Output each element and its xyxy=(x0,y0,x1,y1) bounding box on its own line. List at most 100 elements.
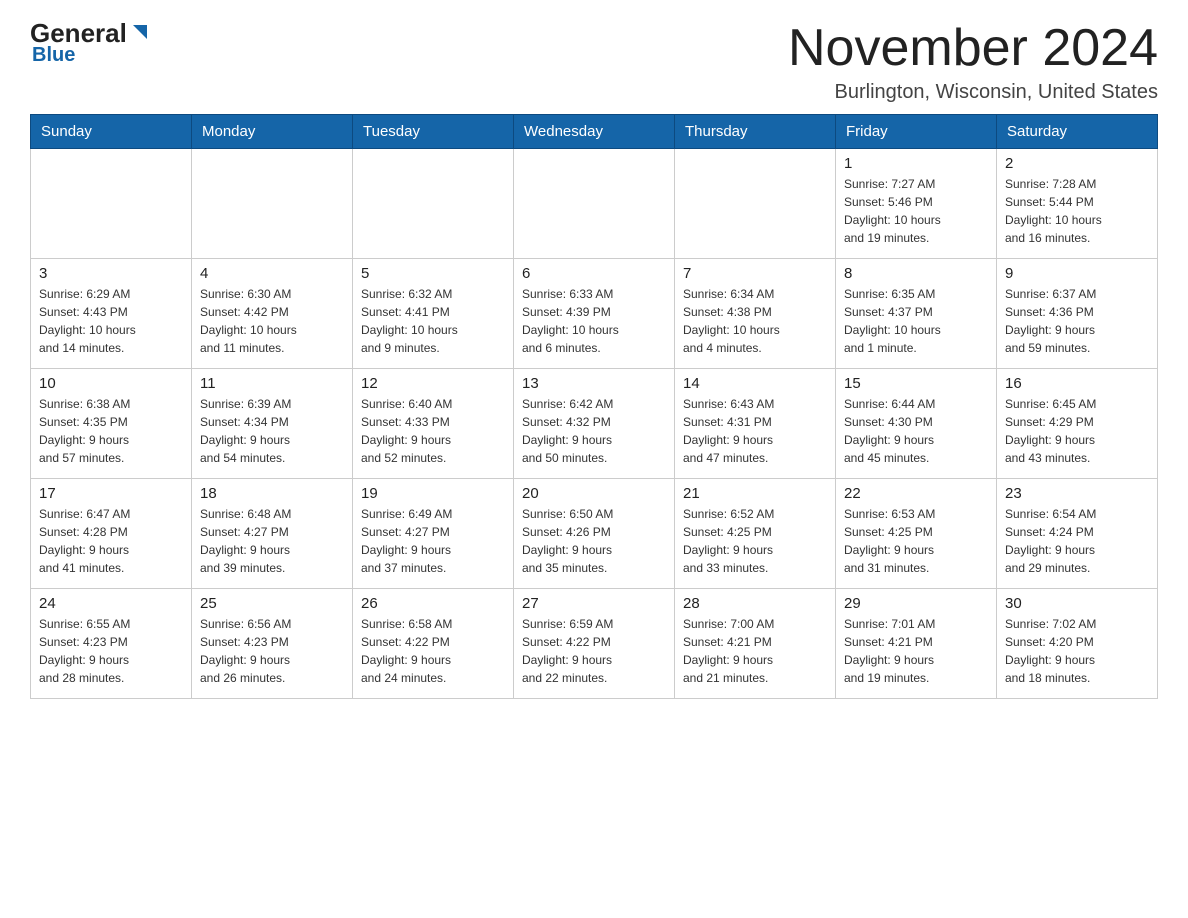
day-number: 13 xyxy=(522,375,666,392)
day-info: Sunrise: 7:01 AM Sunset: 4:21 PM Dayligh… xyxy=(844,615,988,687)
day-info: Sunrise: 6:58 AM Sunset: 4:22 PM Dayligh… xyxy=(361,615,505,687)
calendar-cell: 15Sunrise: 6:44 AM Sunset: 4:30 PM Dayli… xyxy=(836,369,997,479)
calendar-cell: 25 Sunrise: 6:56 AM Sunset: 4:23 PM Dayli… xyxy=(192,589,353,699)
day-number: 26 xyxy=(361,595,505,612)
day-number: 21 xyxy=(683,485,827,502)
calendar-cell: 16 Sunrise: 6:45 AM Sunset: 4:29 PM Dayli… xyxy=(997,369,1158,479)
calendar-cell xyxy=(514,149,675,259)
calendar-cell: 18 Sunrise: 6:48 AM Sunset: 4:27 PM Dayli… xyxy=(192,479,353,589)
day-info: Sunrise: 6:55 AM Sunset: 4:23 PM Dayligh… xyxy=(39,615,183,687)
calendar-cell: 5 Sunrise: 6:32 AM Sunset: 4:41 PM Daylig… xyxy=(353,259,514,369)
day-number: 2 xyxy=(1005,155,1149,172)
day-info: Sunrise: 6:53 AM Sunset: 4:25 PM Dayligh… xyxy=(844,505,988,577)
calendar-cell: 13 Sunrise: 6:42 AM Sunset: 4:32 PM Dayli… xyxy=(514,369,675,479)
day-info: Sunrise: 6:54 AM Sunset: 4:24 PM Dayligh… xyxy=(1005,505,1149,577)
month-title: November 2024 xyxy=(788,20,1158,77)
day-info: Sunrise: 6:56 AM Sunset: 4:23 PM Dayligh… xyxy=(200,615,344,687)
calendar-cell: 29 Sunrise: 7:01 AM Sunset: 4:21 PM Dayli… xyxy=(836,589,997,699)
logo-sub-text: Blue xyxy=(32,44,75,67)
day-info: Sunrise: 6:49 AM Sunset: 4:27 PM Dayligh… xyxy=(361,505,505,577)
day-number: 10 xyxy=(39,375,183,392)
column-header-thursday: Thursday xyxy=(675,115,836,149)
column-header-monday: Monday xyxy=(192,115,353,149)
day-info: Sunrise: 6:40 AM Sunset: 4:33 PM Dayligh… xyxy=(361,395,505,467)
calendar-cell: 2 Sunrise: 7:28 AM Sunset: 5:44 PM Daylig… xyxy=(997,149,1158,259)
calendar-cell: 27Sunrise: 6:59 AM Sunset: 4:22 PM Dayli… xyxy=(514,589,675,699)
calendar-cell: 1Sunrise: 7:27 AM Sunset: 5:46 PM Daylig… xyxy=(836,149,997,259)
calendar-cell: 28 Sunrise: 7:00 AM Sunset: 4:21 PM Dayli… xyxy=(675,589,836,699)
day-info: Sunrise: 6:42 AM Sunset: 4:32 PM Dayligh… xyxy=(522,395,666,467)
day-number: 27 xyxy=(522,595,666,612)
calendar-cell xyxy=(192,149,353,259)
day-info: Sunrise: 6:30 AM Sunset: 4:42 PM Dayligh… xyxy=(200,285,344,357)
title-block: November 2024 Burlington, Wisconsin, Uni… xyxy=(788,20,1158,104)
day-number: 1 xyxy=(844,155,988,172)
calendar-cell: 10Sunrise: 6:38 AM Sunset: 4:35 PM Dayli… xyxy=(31,369,192,479)
day-number: 3 xyxy=(39,265,183,282)
day-info: Sunrise: 7:00 AM Sunset: 4:21 PM Dayligh… xyxy=(683,615,827,687)
day-info: Sunrise: 6:34 AM Sunset: 4:38 PM Dayligh… xyxy=(683,285,827,357)
calendar-cell: 7 Sunrise: 6:34 AM Sunset: 4:38 PM Daylig… xyxy=(675,259,836,369)
day-number: 14 xyxy=(683,375,827,392)
calendar-week-row: 24 Sunrise: 6:55 AM Sunset: 4:23 PM Dayli… xyxy=(31,589,1158,699)
calendar-cell: 3Sunrise: 6:29 AM Sunset: 4:43 PM Daylig… xyxy=(31,259,192,369)
column-header-tuesday: Tuesday xyxy=(353,115,514,149)
day-info: Sunrise: 6:47 AM Sunset: 4:28 PM Dayligh… xyxy=(39,505,183,577)
day-number: 28 xyxy=(683,595,827,612)
calendar-cell: 19 Sunrise: 6:49 AM Sunset: 4:27 PM Dayli… xyxy=(353,479,514,589)
day-number: 18 xyxy=(200,485,344,502)
day-number: 11 xyxy=(200,375,344,392)
day-info: Sunrise: 6:37 AM Sunset: 4:36 PM Dayligh… xyxy=(1005,285,1149,357)
day-number: 29 xyxy=(844,595,988,612)
column-header-saturday: Saturday xyxy=(997,115,1158,149)
day-info: Sunrise: 6:39 AM Sunset: 4:34 PM Dayligh… xyxy=(200,395,344,467)
day-number: 12 xyxy=(361,375,505,392)
day-info: Sunrise: 7:28 AM Sunset: 5:44 PM Dayligh… xyxy=(1005,175,1149,247)
page-header: General Blue November 2024 Burlington, W… xyxy=(30,20,1158,104)
day-number: 6 xyxy=(522,265,666,282)
logo-main-text: General xyxy=(30,20,127,46)
day-number: 5 xyxy=(361,265,505,282)
column-header-wednesday: Wednesday xyxy=(514,115,675,149)
day-number: 15 xyxy=(844,375,988,392)
day-number: 30 xyxy=(1005,595,1149,612)
day-info: Sunrise: 6:45 AM Sunset: 4:29 PM Dayligh… xyxy=(1005,395,1149,467)
logo: General Blue xyxy=(30,20,151,67)
calendar-cell xyxy=(31,149,192,259)
calendar-week-row: 10Sunrise: 6:38 AM Sunset: 4:35 PM Dayli… xyxy=(31,369,1158,479)
day-number: 22 xyxy=(844,485,988,502)
calendar-cell xyxy=(353,149,514,259)
calendar-cell: 9Sunrise: 6:37 AM Sunset: 4:36 PM Daylig… xyxy=(997,259,1158,369)
day-number: 16 xyxy=(1005,375,1149,392)
day-number: 25 xyxy=(200,595,344,612)
day-number: 8 xyxy=(844,265,988,282)
calendar-table: SundayMondayTuesdayWednesdayThursdayFrid… xyxy=(30,114,1158,699)
day-info: Sunrise: 7:02 AM Sunset: 4:20 PM Dayligh… xyxy=(1005,615,1149,687)
calendar-cell: 11 Sunrise: 6:39 AM Sunset: 4:34 PM Dayli… xyxy=(192,369,353,479)
calendar-week-row: 17Sunrise: 6:47 AM Sunset: 4:28 PM Dayli… xyxy=(31,479,1158,589)
calendar-cell xyxy=(675,149,836,259)
day-number: 23 xyxy=(1005,485,1149,502)
calendar-cell: 6Sunrise: 6:33 AM Sunset: 4:39 PM Daylig… xyxy=(514,259,675,369)
day-info: Sunrise: 6:43 AM Sunset: 4:31 PM Dayligh… xyxy=(683,395,827,467)
calendar-cell: 22 Sunrise: 6:53 AM Sunset: 4:25 PM Dayli… xyxy=(836,479,997,589)
calendar-cell: 14 Sunrise: 6:43 AM Sunset: 4:31 PM Dayli… xyxy=(675,369,836,479)
day-info: Sunrise: 6:52 AM Sunset: 4:25 PM Dayligh… xyxy=(683,505,827,577)
calendar-cell: 30 Sunrise: 7:02 AM Sunset: 4:20 PM Dayli… xyxy=(997,589,1158,699)
day-info: Sunrise: 6:32 AM Sunset: 4:41 PM Dayligh… xyxy=(361,285,505,357)
day-number: 24 xyxy=(39,595,183,612)
location-subtitle: Burlington, Wisconsin, United States xyxy=(788,81,1158,104)
calendar-cell: 17Sunrise: 6:47 AM Sunset: 4:28 PM Dayli… xyxy=(31,479,192,589)
calendar-header-row: SundayMondayTuesdayWednesdayThursdayFrid… xyxy=(31,115,1158,149)
day-info: Sunrise: 6:35 AM Sunset: 4:37 PM Dayligh… xyxy=(844,285,988,357)
day-number: 19 xyxy=(361,485,505,502)
calendar-cell: 26 Sunrise: 6:58 AM Sunset: 4:22 PM Dayli… xyxy=(353,589,514,699)
column-header-friday: Friday xyxy=(836,115,997,149)
day-number: 7 xyxy=(683,265,827,282)
calendar-cell: 23 Sunrise: 6:54 AM Sunset: 4:24 PM Dayli… xyxy=(997,479,1158,589)
calendar-week-row: 3Sunrise: 6:29 AM Sunset: 4:43 PM Daylig… xyxy=(31,259,1158,369)
calendar-cell: 4Sunrise: 6:30 AM Sunset: 4:42 PM Daylig… xyxy=(192,259,353,369)
logo-triangle-icon xyxy=(129,21,151,43)
day-info: Sunrise: 6:48 AM Sunset: 4:27 PM Dayligh… xyxy=(200,505,344,577)
calendar-cell: 20Sunrise: 6:50 AM Sunset: 4:26 PM Dayli… xyxy=(514,479,675,589)
